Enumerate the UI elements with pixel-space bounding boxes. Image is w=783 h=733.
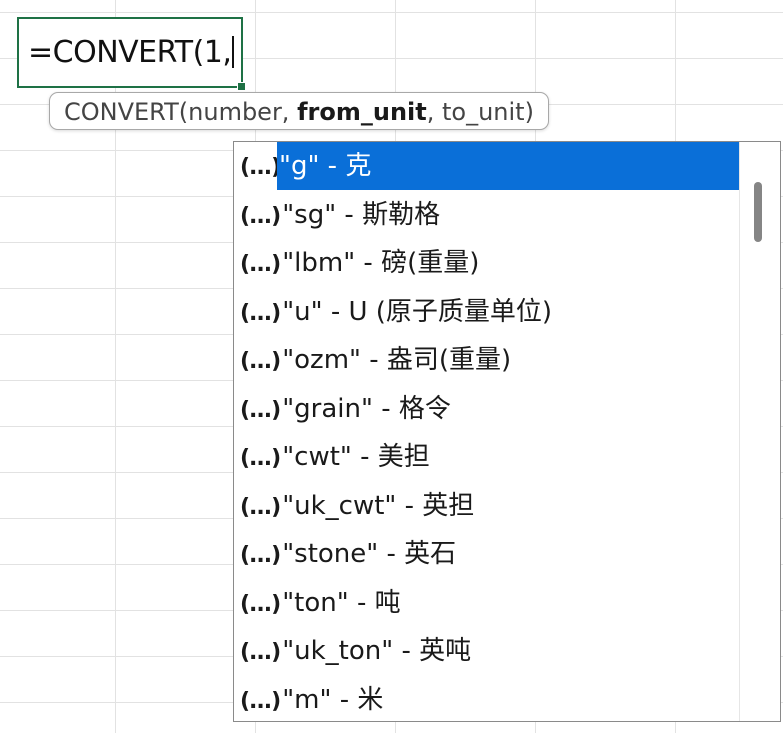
tooltip-function-name: CONVERT( [64,98,189,126]
autocomplete-item[interactable]: (...)"uk_ton" - 英吨 [234,627,739,676]
autocomplete-item[interactable]: (...)"m" - 米 [234,676,739,722]
autocomplete-item[interactable]: (...)"stone" - 英石 [234,530,739,579]
scrollbar-thumb[interactable] [754,182,762,242]
dropdown-scrollbar[interactable] [739,142,780,721]
autocomplete-item[interactable]: (...)"lbm" - 磅(重量) [234,239,739,288]
autocomplete-item-label: "grain" - 格令 [282,393,451,424]
autocomplete-item-label: "g" - 克 [277,142,747,190]
autocomplete-item[interactable]: (...)"sg" - 斯勒格 [234,191,739,240]
formula-text: =CONVERT(1, [28,35,232,70]
autocomplete-list: (...) "g" - 克 (...)"sg" - 斯勒格 (...)"lbm" - … [234,142,747,722]
autocomplete-item-label: "stone" - 英石 [282,539,457,569]
constant-value-icon: (...) [240,688,281,714]
constant-value-icon: (...) [240,155,281,180]
autocomplete-item-label: "uk_ton" - 英吨 [282,636,472,666]
tooltip-arg-to-unit: , to_unit) [426,98,534,126]
autocomplete-item-label: "ozm" - 盎司(重量) [282,345,512,375]
tooltip-arg-from-unit: from_unit [297,98,427,126]
autocomplete-item-label: "lbm" - 磅(重量) [282,248,480,278]
tooltip-arg-number: number, [188,98,298,126]
text-caret [232,36,234,68]
constant-value-icon: (...) [240,252,281,277]
constant-value-icon: (...) [240,349,281,374]
constant-value-icon: (...) [240,591,281,617]
constant-value-icon: (...) [240,446,281,471]
autocomplete-item[interactable]: (...) "g" - 克 [234,142,747,191]
autocomplete-item-label: "ton" - 吨 [282,587,401,618]
constant-value-icon: (...) [240,397,281,423]
constant-value-icon: (...) [240,203,281,229]
autocomplete-item-label: "u" - U (原子质量单位) [282,296,553,327]
constant-value-icon: (...) [240,640,281,665]
function-signature-tooltip: CONVERT(number, from_unit, to_unit) [49,92,549,130]
autocomplete-item-label: "m" - 米 [282,684,384,715]
constant-value-icon: (...) [240,300,281,326]
autocomplete-item[interactable]: (...)"cwt" - 美担 [234,433,739,482]
autocomplete-item-label: "cwt" - 美担 [282,442,430,472]
autocomplete-item[interactable]: (...)"u" - U (原子质量单位) [234,288,739,337]
active-cell[interactable]: =CONVERT(1, [17,17,246,91]
autocomplete-item[interactable]: (...)"ton" - 吨 [234,579,739,628]
autocomplete-item-label: "uk_cwt" - 英担 [282,490,475,521]
autocomplete-item[interactable]: (...)"uk_cwt" - 英担 [234,482,739,531]
autocomplete-item[interactable]: (...)"ozm" - 盎司(重量) [234,336,739,385]
autocomplete-dropdown[interactable]: (...) "g" - 克 (...)"sg" - 斯勒格 (...)"lbm" - … [233,141,781,722]
autocomplete-item[interactable]: (...)"grain" - 格令 [234,385,739,434]
autocomplete-item-label: "sg" - 斯勒格 [282,199,441,230]
constant-value-icon: (...) [240,494,281,520]
fill-handle[interactable] [237,82,246,91]
cell-formula-text[interactable]: =CONVERT(1, [28,33,234,73]
constant-value-icon: (...) [240,543,281,568]
